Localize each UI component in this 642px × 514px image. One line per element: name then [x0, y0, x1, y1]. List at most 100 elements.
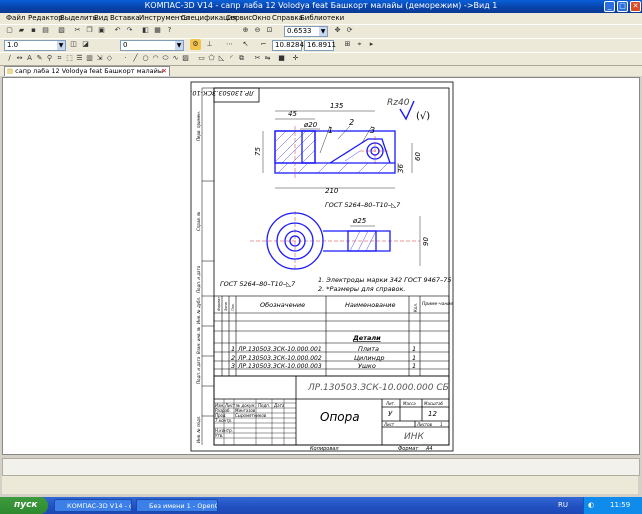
spec-header-name: Наименование — [345, 301, 396, 309]
copy-icon[interactable]: ❐ — [84, 25, 95, 36]
task-kompas[interactable]: КОМПАС-3D V14 - са... — [54, 499, 132, 512]
tb-sheet-label: Лист — [383, 422, 395, 427]
mirror-icon[interactable]: ⇋ — [262, 53, 273, 64]
tb-sheets-label: Листов — [416, 422, 433, 427]
open-file-icon[interactable]: ▰ — [16, 25, 27, 36]
menu-file[interactable]: Файл — [6, 14, 25, 22]
zoom-in-icon[interactable]: ⊕ — [240, 25, 251, 36]
tb-copied: Копировал — [310, 446, 339, 452]
menu-libraries[interactable]: Библиотеки — [300, 14, 344, 22]
chevron-down-icon[interactable]: ▼ — [57, 41, 65, 50]
side-label-first-use: Перв. примен. — [196, 111, 201, 141]
tb-person-tcheck: Т.контр. — [215, 418, 232, 423]
spec-row-1-code: ЛР.130503.ЗСК-10.000.001 — [237, 346, 322, 353]
title-bar: КОМПАС-3D V14 - сапр лаба 12 Volodya fea… — [0, 0, 642, 13]
print-icon[interactable]: ▤ — [40, 25, 51, 36]
tb-mass-label: Масса — [403, 401, 416, 406]
library-icon[interactable]: ▦ — [152, 25, 163, 36]
leader-3: 3 — [370, 126, 375, 135]
spec-row-1-name: Плита — [358, 345, 379, 353]
tray-icon[interactable]: ◐ — [588, 497, 594, 514]
spec-header-designation: Обозначение — [260, 301, 305, 309]
menu-insert[interactable]: Вставка — [110, 14, 140, 22]
paste-icon[interactable]: ▣ — [96, 25, 107, 36]
tb-scale-value: 12 — [428, 410, 437, 418]
spec-header-note: Приме-чание — [422, 301, 453, 307]
pan-icon[interactable]: ✥ — [332, 25, 343, 36]
properties-icon[interactable]: ◧ — [140, 25, 151, 36]
ortho-icon[interactable]: ⊥ — [204, 39, 215, 50]
chevron-down-icon[interactable]: ▼ — [319, 27, 327, 36]
grid-icon[interactable]: ⋯ — [224, 39, 235, 50]
hatch-icon[interactable]: ▨ — [180, 53, 191, 64]
help-icon[interactable]: ? — [164, 25, 175, 36]
drawing-sheet[interactable]: 45 135 ø20 75 60 36 210 ø25 90 1 2 3 ГОС… — [152, 81, 454, 452]
x-coord-value: 10.8284 — [275, 41, 304, 49]
spec-row-2-qty: 1 — [412, 354, 416, 362]
menu-service[interactable]: Сервис — [226, 14, 252, 22]
spec-row-3-code: ЛР.130503.ЗСК-10.000.003 — [237, 363, 322, 370]
dim-25: ø25 — [352, 217, 367, 225]
leader-2: 2 — [349, 118, 354, 127]
tab-document[interactable]: ▤ сапр лаба 12 Volodya feat Башкорт малай… — [4, 66, 170, 76]
x-coord-field[interactable]: 10.8284 — [272, 40, 304, 51]
save-icon[interactable]: ▪ — [28, 25, 39, 36]
close-button[interactable]: ✕ — [630, 1, 641, 12]
menu-view[interactable]: Вид — [94, 14, 108, 22]
offset-icon[interactable]: ⧉ — [236, 53, 247, 64]
dim-90: 90 — [422, 237, 430, 246]
language-indicator[interactable]: RU — [558, 501, 568, 509]
refresh-icon[interactable]: ⟳ — [344, 25, 355, 36]
task-openoffice[interactable]: Без имени 1 - OpenO... — [136, 499, 218, 512]
dim-60: 60 — [414, 152, 422, 161]
snap-icon[interactable]: ⚙ — [190, 39, 201, 50]
move-icon[interactable]: ✛ — [290, 53, 301, 64]
pin-icon[interactable]: ⌖ — [354, 39, 365, 50]
menu-help[interactable]: Справка — [272, 14, 303, 22]
spec-row-3-pos: 3 — [231, 362, 235, 370]
lock-icon[interactable]: ⊞ — [342, 39, 353, 50]
maximize-button[interactable]: □ — [617, 1, 628, 12]
spec-header-zone: Зона — [224, 302, 228, 311]
close-icon[interactable]: ✕ — [162, 67, 167, 76]
system-tray: ◐ 11:59 — [583, 497, 642, 514]
fragment-icon[interactable]: ◇ — [104, 53, 115, 64]
spec-row-1-qty: 1 — [412, 345, 416, 353]
redo-icon[interactable]: ↷ — [124, 25, 135, 36]
tb-scale-label: Масштаб — [424, 401, 444, 406]
layer-icon[interactable]: ◫ — [68, 39, 79, 50]
new-file-icon[interactable]: ▢ — [4, 25, 15, 36]
stop-icon[interactable]: ■ — [276, 53, 287, 64]
zoom-fit-icon[interactable]: ⊡ — [264, 25, 275, 36]
line-scale-combo[interactable]: 1.0 ▼ — [4, 40, 66, 51]
zoom-out-icon[interactable]: ⊖ — [252, 25, 263, 36]
cursor-icon[interactable]: ↖ — [240, 39, 251, 50]
spec-row-3-name: Ушко — [358, 362, 376, 370]
menu-edit[interactable]: Редактор — [28, 14, 63, 22]
property-panel[interactable] — [2, 458, 640, 476]
menu-window[interactable]: Окно — [252, 14, 271, 22]
dim-45: 45 — [288, 110, 297, 118]
undo-icon[interactable]: ↶ — [112, 25, 123, 36]
spec-row-3-qty: 1 — [412, 362, 416, 370]
minimize-button[interactable]: _ — [604, 1, 615, 12]
cut-icon[interactable]: ✂ — [72, 25, 83, 36]
state-icon[interactable]: ◪ — [80, 39, 91, 50]
menu-bar: Файл Редактор Выделить Вид Вставка Инстр… — [0, 13, 642, 24]
status-bar — [2, 476, 638, 494]
dim-75: 75 — [254, 147, 262, 156]
taskbar: пуск КОМПАС-3D V14 - са... Без имени 1 -… — [0, 497, 642, 514]
zoom-combo[interactable]: 0.6533 ▼ — [284, 26, 328, 37]
chevron-down-icon[interactable]: ▼ — [175, 41, 183, 50]
menu-select[interactable]: Выделить — [60, 14, 97, 22]
y-coord-field[interactable]: 16.8911 — [304, 40, 336, 51]
arrow-icon[interactable]: ▸ — [366, 39, 377, 50]
local-cs-icon[interactable]: ⌐ — [258, 39, 269, 50]
dim-36: 36 — [397, 164, 405, 173]
start-button[interactable]: пуск — [0, 497, 48, 514]
preview-icon[interactable]: ▧ — [56, 25, 67, 36]
side-label-orig: Инв. № подл. — [196, 415, 201, 443]
clock: 11:59 — [610, 501, 631, 509]
side-label-sign1: Подп. и дата — [196, 265, 201, 293]
layer-combo[interactable]: 0 ▼ — [120, 40, 184, 51]
